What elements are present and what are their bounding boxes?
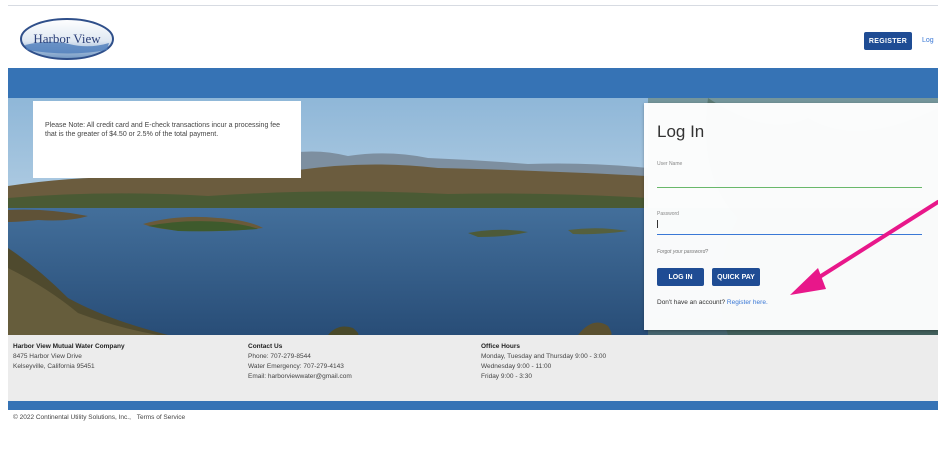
site-header: Harbor View REGISTER Log	[8, 5, 938, 69]
notice-text: Please Note: All credit card and E-check…	[45, 122, 281, 138]
password-label: Password	[657, 211, 679, 217]
company-name: Harbor View Mutual Water Company	[13, 343, 125, 350]
copyright-line: © 2022 Continental Utility Solutions, In…	[13, 414, 185, 421]
contact-info: Contact Us Phone: 707-279-8544 Water Eme…	[248, 342, 352, 382]
register-button[interactable]: REGISTER	[864, 32, 912, 50]
hours-line2: Wednesday 9:00 - 11:00	[481, 363, 552, 370]
password-input[interactable]	[657, 234, 922, 235]
footer-info: Harbor View Mutual Water Company 8475 Ha…	[8, 335, 938, 401]
text-cursor	[657, 220, 658, 228]
hours-line3: Friday 9:00 - 3:30	[481, 373, 532, 380]
forgot-password-link[interactable]: Forgot your password?	[657, 249, 708, 255]
no-account-label: Don't have an account?	[657, 299, 726, 306]
terms-of-service-link[interactable]: Terms of Service	[137, 414, 185, 421]
footer-band	[8, 401, 938, 410]
contact-phone: Phone: 707-279-8544	[248, 353, 311, 360]
hours-heading: Office Hours	[481, 343, 521, 350]
login-panel: Log In User Name Password Forgot your pa…	[644, 103, 938, 330]
contact-email[interactable]: Email: harborviewwater@gmail.com	[248, 372, 352, 382]
login-button[interactable]: LOG IN	[657, 268, 704, 286]
register-here-link[interactable]: Register here.	[727, 299, 768, 306]
company-info: Harbor View Mutual Water Company 8475 Ha…	[13, 342, 125, 372]
logo-text: Harbor View	[33, 31, 101, 46]
page-frame: Harbor View REGISTER Log Please Note: Al…	[8, 5, 938, 468]
company-address-line1: 8475 Harbor View Drive	[13, 353, 82, 360]
username-input[interactable]	[657, 187, 922, 188]
copyright-text: © 2022 Continental Utility Solutions, In…	[13, 414, 131, 421]
hours-line1: Monday, Tuesday and Thursday 9:00 - 3:00	[481, 353, 607, 360]
contact-emergency: Water Emergency: 707-279-4143	[248, 363, 344, 370]
contact-heading: Contact Us	[248, 343, 283, 350]
nav-band	[8, 68, 938, 98]
company-address-line2: Kelseyville, California 95451	[13, 363, 95, 370]
login-link[interactable]: Log	[922, 37, 934, 44]
harbor-view-logo[interactable]: Harbor View	[19, 17, 115, 61]
office-hours: Office Hours Monday, Tuesday and Thursda…	[481, 342, 606, 382]
processing-fee-notice: Please Note: All credit card and E-check…	[33, 101, 301, 178]
quick-pay-button[interactable]: QUICK PAY	[712, 268, 760, 286]
username-label: User Name	[657, 161, 683, 167]
login-title: Log In	[657, 122, 705, 141]
no-account-text: Don't have an account? Register here.	[657, 299, 768, 306]
